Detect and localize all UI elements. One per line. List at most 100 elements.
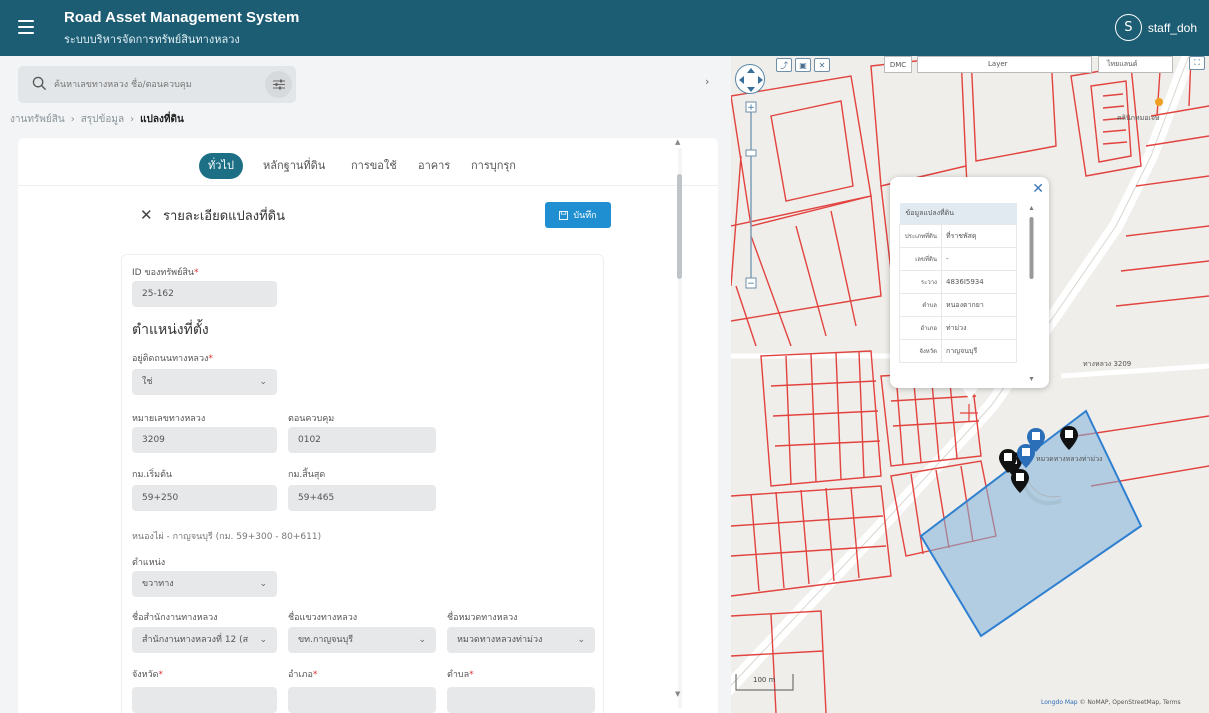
office-select[interactable]: สำนักงานทางหลวงที่ 12 (ส ⌄ [132, 627, 277, 653]
chevron-down-icon: ⌄ [418, 635, 426, 645]
parcel-info-popup: ✕ ข้อมูลแปลงที่ดิน ประเภทที่ดิน ที่ราชพัส… [890, 177, 1049, 388]
measure-tool-icon[interactable]: ⤴ [776, 58, 792, 72]
asset-id-label: ID ของทรัพย์สิน* [132, 268, 199, 278]
zoom-slider[interactable]: + − [745, 98, 757, 298]
tab-usage-request[interactable]: การขอใช้ [351, 153, 397, 179]
search-icon [32, 76, 47, 91]
km-start-label: กม.เริ่มต้น [132, 470, 173, 480]
map-pan-control[interactable] [735, 64, 765, 94]
chevron-down-icon: ⌄ [259, 635, 267, 645]
scale-bar: 100 m [735, 674, 794, 691]
scrollbar-thumb[interactable] [677, 174, 682, 279]
unit-select[interactable]: หมวดทางหลวงท่าม่วง ⌄ [447, 627, 595, 653]
left-panel: งานทรัพย์สิน › สรุปข้อมูล › แปลงที่ดิน ทั่วไ… [0, 56, 731, 713]
svg-text:+: + [747, 103, 755, 113]
collapse-panel-icon[interactable]: › [705, 75, 709, 88]
control-section-label: ตอนควบคุม [288, 414, 335, 424]
search-input[interactable] [54, 76, 244, 93]
unit-label: ชื่อหมวดทางหลวง [447, 613, 518, 623]
breadcrumb-item-assets[interactable]: งานทรัพย์สิน [10, 114, 65, 125]
scroll-up-icon[interactable]: ▲ [675, 138, 680, 146]
popup-value: ที่ราชพัสดุ [941, 224, 1017, 248]
attribution-brand[interactable]: Longdo Map [1041, 699, 1078, 706]
form-scrollbar[interactable]: ▲ ▼ [675, 138, 685, 713]
asset-id-field[interactable]: 25-162 [132, 281, 277, 307]
office-label: ชื่อสำนักงานทางหลวง [132, 613, 218, 623]
save-icon [559, 210, 569, 220]
tab-land-evidence[interactable]: หลักฐานที่ดิน [263, 153, 325, 179]
map-attribution: Longdo Map © NoMAP, OpenStreetMap, Terms [1041, 699, 1181, 706]
tab-encroachment[interactable]: การบุกรุก [471, 153, 516, 179]
dmc-button[interactable]: DMC [884, 56, 912, 73]
side-label: ตำแหน่ง [132, 558, 166, 568]
menu-icon[interactable] [18, 20, 34, 34]
location-heading: ตำแหน่งที่ตั้ง [132, 322, 209, 338]
close-icon[interactable]: ✕ [140, 206, 153, 224]
breadcrumb-separator: › [130, 114, 135, 125]
select-tool-icon[interactable]: ▣ [795, 58, 811, 72]
breadcrumb: งานทรัพย์สิน › สรุปข้อมูล › แปลงที่ดิน [10, 112, 184, 127]
highway-no-field[interactable]: 3209 [132, 427, 277, 453]
km-end-field[interactable]: 59+465 [288, 485, 436, 511]
tab-building[interactable]: อาคาร [418, 153, 450, 179]
tambon-select[interactable] [447, 687, 595, 713]
km-start-field[interactable]: 59+250 [132, 485, 277, 511]
top-bar: Road Asset Management System ระบบบริหารจ… [0, 0, 1209, 56]
breadcrumb-item-summary[interactable]: สรุปข้อมูล [81, 114, 124, 125]
breadcrumb-separator: › [70, 114, 75, 125]
place-label-highway-unit: หมวดทางหลวงท่าม่วง [1036, 455, 1103, 463]
filter-button[interactable] [265, 71, 292, 98]
chevron-down-icon: ⌄ [577, 635, 585, 645]
district-office-select[interactable]: ขท.กาญจนบุรี ⌄ [288, 627, 436, 653]
popup-key: ระวาง [899, 270, 942, 294]
province-select[interactable] [132, 687, 277, 713]
svg-text:−: − [747, 279, 755, 289]
parcel-info-table: ข้อมูลแปลงที่ดิน ประเภทที่ดิน ที่ราชพัสดุ… [899, 203, 1017, 363]
layer-select[interactable]: Layer [917, 56, 1092, 73]
avatar[interactable]: S [1114, 14, 1142, 41]
tab-general[interactable]: ทั่วไป [199, 153, 243, 179]
tambon-label: ตำบล* [447, 670, 474, 680]
breadcrumb-item-current: แปลงที่ดิน [140, 114, 184, 125]
on-highway-select[interactable]: ใช่ ⌄ [132, 369, 277, 395]
fullscreen-icon[interactable]: ⛶ [1189, 56, 1205, 70]
map-view[interactable]: คลินิกหมอเจษ หมวดทางหลวงท่าม่วง ทางหลวง … [731, 56, 1209, 713]
save-button-label: บันทึก [573, 211, 597, 221]
app-subtitle: ระบบบริหารจัดการทรัพย์สินทางหลวง [64, 33, 240, 46]
district-office-label: ชื่อแขวงทางหลวง [288, 613, 358, 623]
clear-tool-icon[interactable]: ✕ [814, 58, 830, 72]
user-menu[interactable]: S staff_doh [1114, 14, 1197, 41]
popup-value: - [941, 247, 1017, 271]
tab-bar: ทั่วไป หลักฐานที่ดิน การขอใช้ อาคาร การบ… [18, 138, 718, 186]
popup-key: เลขที่ดิน [899, 247, 942, 271]
popup-scrollbar[interactable] [1029, 205, 1034, 383]
table-row: จังหวัด กาญจนบุรี [899, 339, 1017, 363]
detail-card: ทั่วไป หลักฐานที่ดิน การขอใช้ อาคาร การบ… [18, 138, 718, 713]
table-row: ตำบล หนองตากยา [899, 293, 1017, 317]
save-button[interactable]: บันทึก [545, 202, 611, 228]
scale-bar-line [735, 674, 794, 691]
road-label: ทางหลวง 3209 [1083, 360, 1132, 368]
popup-key: ประเภทที่ดิน [899, 224, 942, 248]
chevron-down-icon: ⌄ [259, 377, 267, 387]
app-title: Road Asset Management System [64, 9, 300, 26]
table-row: ประเภทที่ดิน ที่ราชพัสดุ [899, 224, 1017, 248]
land-parcel-form: ID ของทรัพย์สิน* 25-162 ตำแหน่งที่ตั้ง อ… [121, 254, 604, 713]
detail-title: รายละเอียดแปลงที่ดิน [163, 209, 286, 224]
basemap-select[interactable]: ไทยแลนด์ [1098, 56, 1173, 73]
chevron-down-icon: ⌄ [259, 579, 267, 589]
amphoe-select[interactable] [288, 687, 436, 713]
control-section-field[interactable]: 0102 [288, 427, 436, 453]
username[interactable]: staff_doh [1148, 21, 1197, 35]
route-note: หนองไผ่ - กาญจนบุรี (กม. 59+300 - 80+611… [132, 532, 322, 542]
table-row: อำเภอ ท่าม่วง [899, 316, 1017, 340]
scroll-down-icon[interactable]: ▼ [675, 690, 680, 698]
close-icon[interactable]: ✕ [1032, 181, 1044, 197]
table-row: เลขที่ดิน - [899, 247, 1017, 271]
side-select[interactable]: ขวาทาง ⌄ [132, 571, 277, 597]
place-marker-icon[interactable] [1155, 98, 1163, 106]
popup-value: กาญจนบุรี [941, 339, 1017, 363]
highway-no-label: หมายเลขทางหลวง [132, 414, 206, 424]
popup-value: ท่าม่วง [941, 316, 1017, 340]
km-end-label: กม.สิ้นสุด [288, 470, 326, 480]
